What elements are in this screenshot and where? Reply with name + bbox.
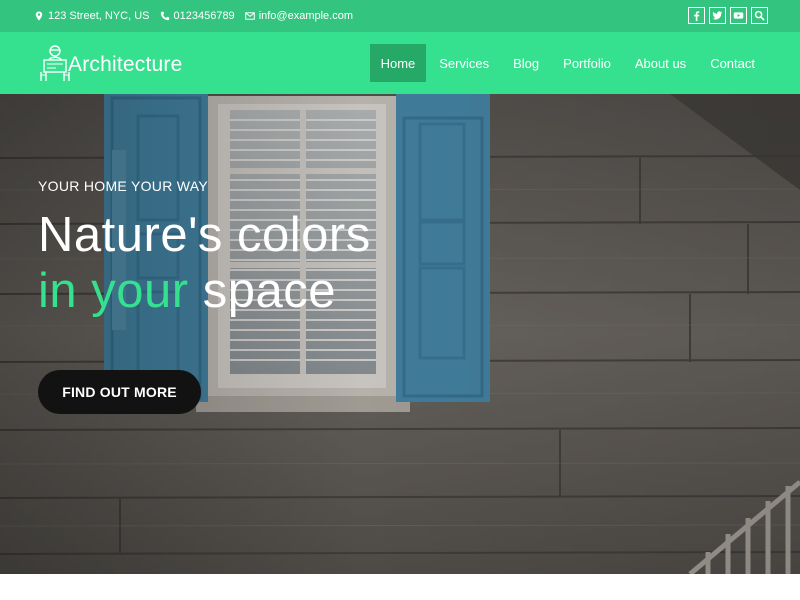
map-marker-icon [35, 11, 43, 21]
hero-headline-rest: space [202, 264, 336, 318]
architect-logo-icon [40, 45, 70, 81]
nav-menu: Home Services Blog Portfolio About us Co… [369, 44, 766, 82]
hero-kicker: YOUR HOME YOUR WAY [38, 178, 209, 194]
phone-item[interactable]: 0123456789 [160, 10, 235, 22]
facebook-icon [694, 11, 700, 21]
nav-item-blog[interactable]: Blog [502, 44, 550, 82]
nav-item-portfolio[interactable]: Portfolio [552, 44, 622, 82]
nav-item-services[interactable]: Services [428, 44, 500, 82]
brand-logo[interactable]: Architecture [38, 44, 182, 82]
twitter-icon [712, 11, 723, 20]
youtube-icon [733, 12, 744, 19]
hero-headline-line1: Nature's colors [38, 208, 371, 262]
facebook-button[interactable] [688, 7, 705, 24]
nav-item-contact[interactable]: Contact [699, 44, 766, 82]
nav-item-about-us[interactable]: About us [624, 44, 697, 82]
twitter-button[interactable] [709, 7, 726, 24]
youtube-button[interactable] [730, 7, 747, 24]
address-text: 123 Street, NYC, US [48, 10, 150, 22]
address-item: 123 Street, NYC, US [34, 10, 150, 22]
brand-name: Architecture [68, 53, 183, 76]
phone-text: 0123456789 [173, 10, 235, 22]
hero-headline-accent: in your [38, 264, 189, 318]
main-navbar: Architecture Home Services Blog Portfoli… [0, 32, 800, 94]
hero-section: YOUR HOME YOUR WAY Nature's colors in yo… [0, 94, 800, 574]
phone-icon [160, 11, 169, 21]
search-icon [754, 10, 765, 21]
find-out-more-button[interactable]: FIND OUT MORE [38, 370, 201, 414]
contact-info: 123 Street, NYC, US 0123456789 info@exam… [34, 10, 353, 22]
email-item[interactable]: info@example.com [244, 10, 354, 22]
social-links [688, 7, 768, 24]
search-button[interactable] [751, 7, 768, 24]
hero-overlay [0, 94, 800, 574]
envelope-icon [244, 12, 255, 20]
hero-headline-line2: in your space [38, 263, 336, 319]
email-text: info@example.com [258, 10, 354, 22]
top-bar: 123 Street, NYC, US 0123456789 info@exam… [0, 0, 800, 32]
nav-item-home[interactable]: Home [369, 44, 427, 82]
